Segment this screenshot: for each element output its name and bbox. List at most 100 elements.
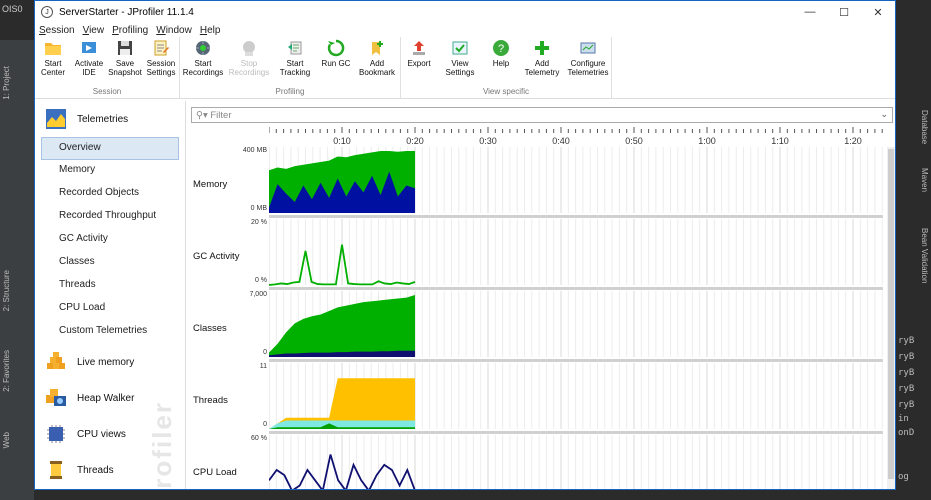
- menu-help[interactable]: Help: [200, 25, 221, 36]
- y-max-label: 11: [259, 363, 267, 370]
- button-label: Session: [146, 59, 176, 68]
- stop-recordings-button[interactable]: Stop Recordings: [226, 37, 272, 86]
- button-label: Add: [369, 59, 385, 68]
- time-axis: 0:10 0:20 0:30 0:40 0:50 1:00 1:10 1:20: [269, 127, 883, 146]
- maximize-button[interactable]: ☐: [827, 1, 861, 23]
- ide-tab-web[interactable]: Web: [2, 432, 11, 448]
- ide-tab-favorites[interactable]: 2: Favorites: [2, 350, 11, 392]
- scrollbar-thumb[interactable]: [888, 149, 894, 479]
- view-settings-icon: [452, 41, 468, 55]
- telemetry-title: Classes: [193, 323, 227, 334]
- sidebar-section-telemetries[interactable]: Telemetries: [35, 101, 185, 137]
- sidebar-item-overview[interactable]: Overview: [41, 137, 179, 160]
- sidebar-item-memory[interactable]: Memory: [35, 160, 185, 183]
- minimize-button[interactable]: —: [793, 1, 827, 23]
- sidebar-section-live-memory[interactable]: Live memory: [35, 344, 185, 380]
- telemetry-chart: [269, 147, 883, 218]
- telemetry-row-cpu-load[interactable]: CPU Load 60 %: [187, 435, 887, 489]
- row-separator: [269, 215, 883, 218]
- telemetry-chart: [269, 291, 883, 362]
- button-label: Settings: [146, 68, 176, 77]
- button-label: Telemetries: [567, 68, 609, 77]
- button-label: Start: [44, 59, 62, 68]
- ribbon-group-label: Profiling: [275, 87, 305, 96]
- save-icon: [118, 41, 132, 55]
- button-label: Settings: [445, 68, 475, 77]
- button-label: Telemetry: [524, 68, 560, 77]
- ribbon-group-label: View specific: [482, 87, 530, 96]
- jprofiler-window: J ServerStarter - JProfiler 11.1.4 — ☐ ✕…: [34, 0, 896, 490]
- start-center-button[interactable]: Start Center: [35, 37, 71, 86]
- y-min-label: 0: [263, 349, 267, 356]
- ide-tab-maven[interactable]: Maven: [920, 168, 929, 192]
- telemetry-row-gc-activity[interactable]: GC Activity 20 % 0 %: [187, 219, 887, 291]
- chevron-down-icon[interactable]: ⌄: [880, 109, 888, 120]
- ide-tab-bean-validation[interactable]: Bean Validation: [920, 228, 929, 283]
- ide-tab-structure[interactable]: 2: Structure: [2, 270, 11, 311]
- activate-ide-button[interactable]: Activate IDE: [71, 37, 107, 86]
- telemetry-row-memory[interactable]: Memory 400 MB 0 MB: [187, 147, 887, 219]
- menu-session[interactable]: Session: [39, 25, 75, 36]
- jprofiler-app-icon: J: [41, 6, 53, 18]
- sidebar-item-classes[interactable]: Classes: [35, 252, 185, 275]
- toolbar-ribbon: Start Center Activate IDE Save Snapshot …: [35, 37, 895, 99]
- y-max-label: 400 MB: [242, 147, 267, 154]
- y-min-label: 0 %: [254, 277, 267, 284]
- export-button[interactable]: Export: [401, 37, 437, 86]
- button-label: Configure: [570, 59, 606, 68]
- button-label: Help: [492, 59, 510, 68]
- telemetry-chart: [269, 219, 883, 290]
- sidebar-item-cpu-load[interactable]: CPU Load: [35, 298, 185, 321]
- ide-code-line: ryB: [898, 400, 915, 410]
- sidebar-item-custom-telemetries[interactable]: Custom Telemetries: [35, 321, 185, 344]
- jprofiler-watermark: Profiler: [147, 401, 177, 490]
- sidebar-item-threads[interactable]: Threads: [35, 275, 185, 298]
- telemetry-title: GC Activity: [193, 251, 240, 262]
- run-gc-button[interactable]: Run GC: [318, 37, 354, 86]
- telemetry-overview-panel: ⚲▾ Filter ⌄ 0:10 0:20 0:30 0:40 0:50 1:00 1:10…: [187, 101, 895, 489]
- y-max-label: 20 %: [251, 219, 267, 226]
- configure-telemetries-button[interactable]: Configure Telemetries: [565, 37, 611, 86]
- menu-profiling[interactable]: Profiling: [112, 25, 148, 36]
- ide-tab-project[interactable]: 1: Project: [2, 66, 11, 100]
- activate-icon: [82, 42, 96, 53]
- row-separator: [269, 431, 883, 434]
- add-telemetry-button[interactable]: Add Telemetry: [519, 37, 565, 86]
- ide-tab-database[interactable]: Database: [920, 110, 929, 144]
- menu-view[interactable]: View: [83, 25, 105, 36]
- ide-code-line: ryB: [898, 384, 915, 394]
- telemetry-row-threads[interactable]: Threads 11 0: [187, 363, 887, 435]
- view-settings-button[interactable]: View Settings: [437, 37, 483, 86]
- button-label: Add: [534, 59, 550, 68]
- sidebar-item-gc-activity[interactable]: GC Activity: [35, 229, 185, 252]
- search-icon: ⚲▾: [196, 109, 211, 121]
- live-memory-icon: [47, 352, 65, 369]
- filter-field[interactable]: ⚲▾ Filter ⌄: [191, 107, 893, 123]
- button-label: Save: [115, 59, 135, 68]
- menu-window[interactable]: Window: [156, 25, 192, 36]
- button-label: Start: [286, 59, 304, 68]
- telemetry-title: Threads: [193, 395, 228, 406]
- telemetry-chart: [269, 363, 883, 434]
- sidebar-section-label: Threads: [77, 464, 114, 476]
- session-settings-button[interactable]: Session Settings: [143, 37, 179, 86]
- tracking-icon: [288, 41, 302, 55]
- start-tracking-button[interactable]: Start Tracking: [272, 37, 318, 86]
- start-recordings-button[interactable]: Start Recordings: [180, 37, 226, 86]
- telemetry-row-classes[interactable]: Classes 7,000 0: [187, 291, 887, 363]
- save-snapshot-button[interactable]: Save Snapshot: [107, 37, 143, 86]
- telemetry-chart: [269, 435, 883, 489]
- vertical-scrollbar[interactable]: [887, 147, 895, 489]
- filter-placeholder: Filter: [210, 109, 232, 121]
- help-icon: ?: [493, 40, 509, 56]
- button-label: Snapshot: [108, 68, 142, 77]
- help-button[interactable]: ? Help: [483, 37, 519, 86]
- ribbon-group-profiling: Start Recordings Stop Recordings Start T…: [180, 37, 401, 98]
- close-button[interactable]: ✕: [861, 1, 895, 23]
- sidebar-item-recorded-objects[interactable]: Recorded Objects: [35, 183, 185, 206]
- sidebar-item-recorded-throughput[interactable]: Recorded Throughput: [35, 206, 185, 229]
- add-bookmark-button[interactable]: Add Bookmark: [354, 37, 400, 86]
- svg-text:?: ?: [498, 43, 504, 55]
- sidebar-section-label: Heap Walker: [77, 392, 135, 404]
- button-label: Run GC: [321, 59, 351, 68]
